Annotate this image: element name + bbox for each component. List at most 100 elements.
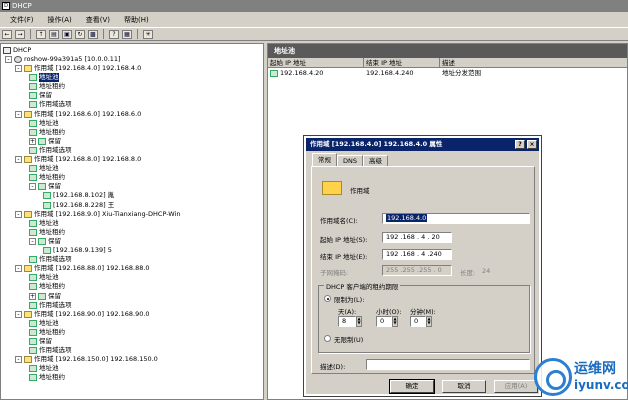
tree-item-label: 地址租约	[39, 373, 65, 382]
description-field[interactable]	[366, 359, 530, 370]
start-ip-field[interactable]: 192 .168 . 4 . 20	[382, 232, 452, 243]
ok-button[interactable]: 确定	[389, 379, 435, 394]
tree-item[interactable]: 地址池	[29, 119, 59, 128]
menu-help[interactable]: 帮助(H)	[124, 15, 149, 25]
help-icon[interactable]: ?	[109, 29, 119, 39]
tree-item[interactable]: [192.168.8.228] 王	[43, 201, 114, 210]
tree-item-label: 作用域选项	[39, 255, 72, 264]
up-icon[interactable]: ↑	[36, 29, 46, 39]
help-button[interactable]: ?	[515, 140, 525, 149]
scope-name-field[interactable]: 192.168.4.0	[382, 213, 530, 224]
collapse-icon[interactable]: -	[15, 210, 22, 218]
tree-item[interactable]: 地址池	[29, 273, 59, 282]
tree-item-label: [192.168.8.102] 胤	[53, 191, 115, 200]
collapse-icon[interactable]: -	[5, 56, 12, 63]
toolbar-separator	[103, 29, 104, 39]
tree-item-label: 保留	[39, 91, 52, 100]
tree-item[interactable]: 作用域选项	[29, 255, 72, 264]
tree-root[interactable]: DHCP	[3, 46, 31, 55]
wand-icon[interactable]: ✳	[143, 29, 153, 39]
tree-item[interactable]: 保留	[29, 337, 52, 346]
tree-item[interactable]: 地址租约	[29, 128, 65, 137]
menu-file[interactable]: 文件(F)	[10, 15, 34, 25]
tree-scope-node[interactable]: - 作用域 [192.168.90.0] 192.168.90.0	[15, 310, 150, 319]
tree-item[interactable]: 地址池	[29, 164, 59, 173]
tree-pane[interactable]: DHCP - roshow-99a391a5 [10.0.0.11] - 作用域 …	[0, 43, 264, 400]
collapse-icon[interactable]: -	[15, 156, 22, 163]
tree-item[interactable]: 地址租约	[29, 82, 65, 91]
collapse-icon[interactable]: -	[29, 237, 36, 245]
tree-item[interactable]: [192.168.9.139] 5	[43, 246, 112, 255]
tree-item-label: 地址池	[39, 364, 59, 373]
expand-icon[interactable]: +	[29, 292, 36, 300]
tree-item[interactable]: 地址池	[29, 73, 59, 83]
tree-server[interactable]: - roshow-99a391a5 [10.0.0.11]	[5, 55, 121, 64]
node-icon	[29, 365, 37, 373]
minutes-field[interactable]: 0	[410, 316, 426, 327]
collapse-icon[interactable]: -	[15, 310, 22, 318]
col-description[interactable]: 描述	[440, 58, 627, 67]
pool-icon	[270, 69, 278, 77]
tree-scope-node[interactable]: - 作用域 [192.168.6.0] 192.168.6.0	[15, 110, 141, 119]
tree-item[interactable]: + 保留	[29, 137, 61, 146]
tree-item[interactable]: - 保留	[29, 182, 61, 191]
tree-item[interactable]: + 保留	[29, 292, 61, 301]
tree-scope-node[interactable]: - 作用域 [192.168.150.0] 192.168.150.0	[15, 355, 158, 364]
show-tree-icon[interactable]: ▤	[49, 29, 59, 39]
tree-scope-node[interactable]: - 作用域 [192.168.4.0] 192.168.4.0	[15, 64, 141, 73]
tree-item-label: 地址租约	[39, 282, 65, 291]
tree-scope-node[interactable]: - 作用域 [192.168.88.0] 192.168.88.0	[15, 264, 150, 273]
collapse-icon[interactable]: -	[15, 356, 22, 364]
apply-button[interactable]: 应用(A)	[494, 380, 538, 393]
forward-icon[interactable]: →	[15, 29, 25, 39]
hours-spinner[interactable]: ▲ ▼	[392, 316, 398, 327]
days-spinner[interactable]: ▲ ▼	[356, 316, 362, 327]
menu-action[interactable]: 操作(A)	[48, 15, 72, 25]
menu-view[interactable]: 查看(V)	[86, 15, 110, 25]
end-ip-field[interactable]: 192 .168 . 4 .240	[382, 249, 452, 260]
tree-item[interactable]: 地址租约	[29, 373, 65, 382]
tab-advanced[interactable]: 高级	[363, 155, 388, 166]
tree-item[interactable]: 地址租约	[29, 228, 65, 237]
view-icon[interactable]: ▦	[122, 29, 132, 39]
close-icon[interactable]: ×	[527, 140, 537, 149]
tree-item[interactable]: 地址池	[29, 319, 59, 328]
tree-item[interactable]: 保留	[29, 91, 52, 100]
tab-dns[interactable]: DNS	[337, 155, 363, 166]
tab-general[interactable]: 常规	[312, 153, 337, 166]
tree-item[interactable]: 作用域选项	[29, 146, 72, 155]
col-end-ip[interactable]: 结束 IP 地址	[364, 58, 440, 67]
tree-scope-node[interactable]: - 作用域 [192.168.9.0] Xiu-Tianxiang-DHCP-Wi…	[15, 210, 181, 219]
unlimited-radio[interactable]	[324, 335, 331, 342]
collapse-icon[interactable]: -	[15, 65, 22, 72]
refresh-icon[interactable]: ↻	[75, 29, 85, 39]
tree-item[interactable]: 地址租约	[29, 282, 65, 291]
tree-item[interactable]: 地址租约	[29, 173, 65, 182]
export-icon[interactable]: ▩	[88, 29, 98, 39]
col-start-ip[interactable]: 起始 IP 地址	[268, 58, 364, 67]
tree-item[interactable]: 作用域选项	[29, 301, 72, 310]
days-field[interactable]: 8	[338, 316, 356, 327]
tree-item[interactable]: 地址租约	[29, 328, 65, 337]
tree-item[interactable]: 地址池	[29, 364, 59, 373]
tree-item[interactable]: 作用域选项	[29, 100, 72, 109]
back-icon[interactable]: ←	[2, 29, 12, 39]
tree-item[interactable]: [192.168.8.102] 胤	[43, 191, 114, 200]
properties-icon[interactable]: ▣	[62, 29, 72, 39]
cancel-button[interactable]: 取消	[442, 380, 486, 393]
collapse-icon[interactable]: -	[15, 110, 22, 118]
minutes-spinner[interactable]: ▲ ▼	[426, 316, 432, 327]
expand-icon[interactable]: +	[29, 137, 36, 145]
tree-item[interactable]: - 保留	[29, 237, 61, 246]
tree-item[interactable]: 地址池	[29, 219, 59, 228]
menu-bar: 文件(F) 操作(A) 查看(V) 帮助(H)	[0, 12, 628, 27]
hours-field[interactable]: 0	[376, 316, 392, 327]
list-item[interactable]: 192.168.4.20 192.168.4.240 地址分发范围	[268, 68, 627, 78]
tree-scope-node[interactable]: - 作用域 [192.168.8.0] 192.168.8.0	[15, 155, 141, 164]
tree-item[interactable]: 作用域选项	[29, 346, 72, 355]
node-icon	[38, 137, 46, 145]
collapse-icon[interactable]: -	[15, 265, 22, 273]
collapse-icon[interactable]: -	[29, 183, 36, 191]
scope-properties-dialog: 作用域 [192.168.4.0] 192.168.4.0 属性 ? × 常规 …	[303, 135, 542, 397]
limited-radio[interactable]	[324, 295, 331, 302]
